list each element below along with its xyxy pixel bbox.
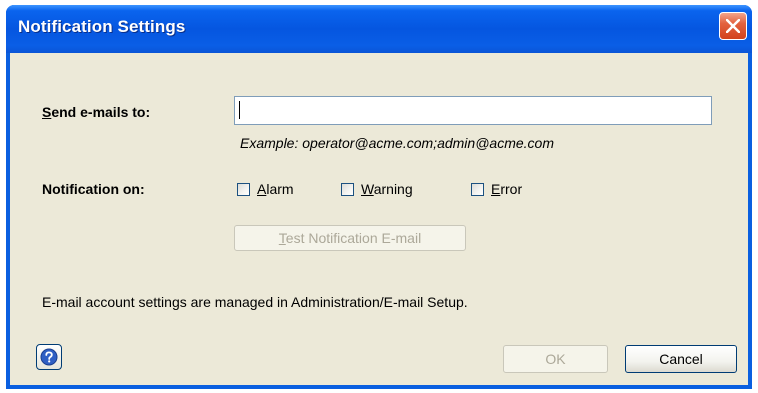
email-settings-info-text: E-mail account settings are managed in A…	[42, 294, 468, 310]
text-caret	[239, 101, 240, 119]
error-checkbox-label[interactable]: Error	[491, 181, 522, 197]
test-notification-email-button[interactable]: Test Notification E-mail	[234, 225, 466, 251]
dialog-body: Send e-mails to: Example: operator@acme.…	[10, 53, 748, 385]
close-button[interactable]	[719, 12, 747, 40]
warning-checkbox[interactable]	[341, 183, 354, 196]
example-text: Example: operator@acme.com;admin@acme.co…	[240, 135, 554, 151]
help-icon	[40, 348, 58, 366]
warning-checkbox-label[interactable]: Warning	[361, 181, 413, 197]
notification-on-label: Notification on:	[42, 181, 145, 197]
help-button[interactable]	[36, 344, 62, 370]
cancel-button[interactable]: Cancel	[625, 345, 737, 373]
alarm-checkbox[interactable]	[237, 183, 250, 196]
notification-settings-window: Notification Settings Send e-mails to: E…	[6, 5, 752, 389]
close-icon	[726, 19, 740, 33]
title-bar[interactable]: Notification Settings	[6, 5, 752, 53]
error-checkbox[interactable]	[471, 183, 484, 196]
send-emails-label: Send e-mails to:	[42, 104, 151, 120]
alarm-checkbox-label[interactable]: Alarm	[257, 181, 294, 197]
window-title: Notification Settings	[18, 17, 186, 36]
email-recipients-input[interactable]	[234, 96, 712, 125]
ok-button[interactable]: OK	[503, 345, 608, 373]
